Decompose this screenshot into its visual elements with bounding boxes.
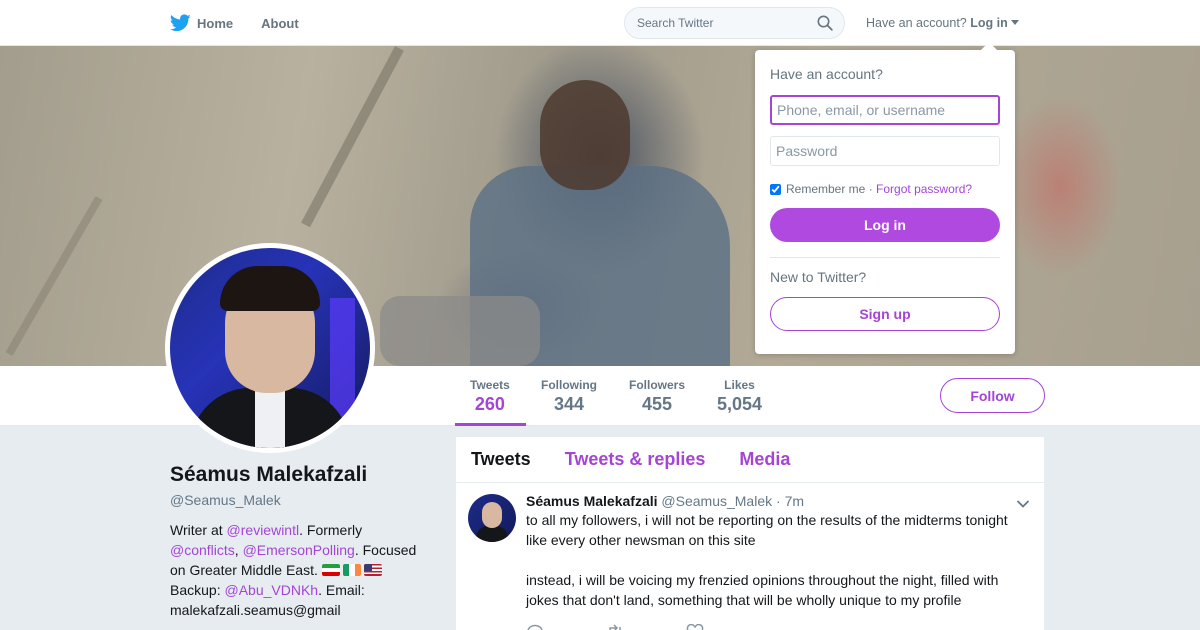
flag-usa-icon: [363, 564, 382, 576]
tweet-author-handle[interactable]: @Seamus_Malek: [661, 493, 772, 509]
stat-value: 344: [553, 394, 585, 414]
tweet-separator: ·: [776, 493, 781, 509]
search-box: [624, 7, 845, 39]
stat-value: 455: [641, 394, 673, 414]
timeline: Tweets Tweets & replies Media Séamus Mal…: [456, 437, 1044, 630]
flag-iran-icon: [321, 564, 340, 576]
caret-down-icon: [1010, 20, 1019, 25]
login-button[interactable]: Log in: [770, 208, 1000, 242]
account-prompt: Have an account? Log in: [866, 16, 1019, 30]
remember-separator: ·: [868, 182, 873, 196]
reply-icon[interactable]: [526, 624, 544, 630]
nav-about[interactable]: About: [261, 16, 299, 31]
signup-button[interactable]: Sign up: [770, 297, 1000, 331]
login-dropdown: Have an account? Remember me · Forgot pa…: [755, 42, 1015, 354]
tweet-text: to all my followers, i will not be repor…: [526, 512, 1008, 608]
account-prompt-text: Have an account?: [866, 16, 967, 30]
follow-button[interactable]: Follow: [940, 378, 1045, 413]
nav-home[interactable]: Home: [170, 14, 233, 32]
bio-text: . Formerly: [299, 522, 363, 538]
twitter-bird-icon: [170, 14, 191, 32]
remember-row: Remember me · Forgot password?: [770, 182, 1000, 196]
top-navigation: Home About Have an account? Log in: [0, 0, 1200, 46]
search-input[interactable]: [625, 8, 810, 38]
profile-name[interactable]: Séamus Malekafzali: [170, 463, 430, 487]
remember-me-label[interactable]: Remember me: [786, 182, 865, 196]
tweet-actions: [526, 623, 1029, 630]
chevron-down-icon[interactable]: [1016, 496, 1030, 514]
stat-followers[interactable]: Followers 455: [629, 378, 685, 415]
nav-about-label: About: [261, 15, 299, 31]
nav-left: Home About: [170, 0, 327, 46]
forgot-password-link[interactable]: Forgot password?: [876, 182, 972, 196]
bio-link-reviewintl[interactable]: @reviewintl: [227, 522, 300, 538]
stat-label: Followers: [629, 378, 686, 392]
password-field[interactable]: [770, 136, 1000, 166]
tweet-author-name[interactable]: Séamus Malekafzali: [526, 493, 658, 509]
bio-link-emersonpolling[interactable]: @EmersonPolling: [243, 542, 355, 558]
magnifier-icon[interactable]: [817, 15, 833, 36]
profile-card: Séamus Malekafzali @Seamus_Malek Writer …: [170, 463, 430, 620]
login-dropdown-title: Have an account?: [770, 66, 883, 82]
tab-media[interactable]: Media: [739, 449, 790, 470]
login-menu-label: Log in: [970, 16, 1008, 30]
active-stat-indicator: [455, 423, 526, 426]
tweet[interactable]: Séamus Malekafzali @Seamus_Malek · 7m to…: [456, 483, 1044, 630]
dropdown-divider: [770, 257, 1000, 258]
username-field[interactable]: [770, 95, 1000, 125]
stat-value: 260: [474, 394, 505, 414]
new-to-twitter-text: New to Twitter?: [770, 269, 867, 285]
nav-home-label: Home: [197, 15, 234, 31]
stat-following[interactable]: Following 344: [541, 378, 597, 415]
profile-bio: Writer at @reviewintl. Formerly @conflic…: [170, 520, 430, 620]
bio-text: ,: [234, 542, 243, 558]
tweet-avatar[interactable]: [468, 494, 516, 542]
stat-likes[interactable]: Likes 5,054: [717, 378, 762, 415]
stat-label: Following: [541, 378, 597, 392]
tweet-timestamp[interactable]: 7m: [785, 493, 804, 509]
bio-text: Backup:: [170, 582, 225, 598]
stat-label: Tweets: [470, 378, 510, 392]
profile-avatar[interactable]: [165, 243, 375, 453]
retweet-icon[interactable]: [606, 624, 624, 630]
flag-ireland-icon: [342, 564, 361, 576]
profile-handle[interactable]: @Seamus_Malek: [170, 492, 430, 508]
tweet-header: Séamus Malekafzali @Seamus_Malek · 7m: [526, 493, 1029, 509]
timeline-tabs: Tweets Tweets & replies Media: [456, 437, 1044, 483]
bio-text: Writer at: [170, 522, 227, 538]
login-menu-toggle[interactable]: Log in: [970, 16, 1019, 30]
stat-label: Likes: [724, 378, 755, 392]
stat-tweets[interactable]: Tweets 260: [470, 378, 510, 415]
tab-tweets[interactable]: Tweets: [471, 449, 531, 470]
bio-link-abu-vdnkh[interactable]: @Abu_VDNKh: [224, 582, 318, 598]
like-icon[interactable]: [686, 623, 704, 630]
bio-link-conflicts[interactable]: @conflicts: [170, 542, 235, 558]
remember-me-checkbox[interactable]: [770, 183, 781, 195]
stat-value: 5,054: [717, 394, 763, 414]
tab-tweets-and-replies[interactable]: Tweets & replies: [565, 449, 706, 470]
